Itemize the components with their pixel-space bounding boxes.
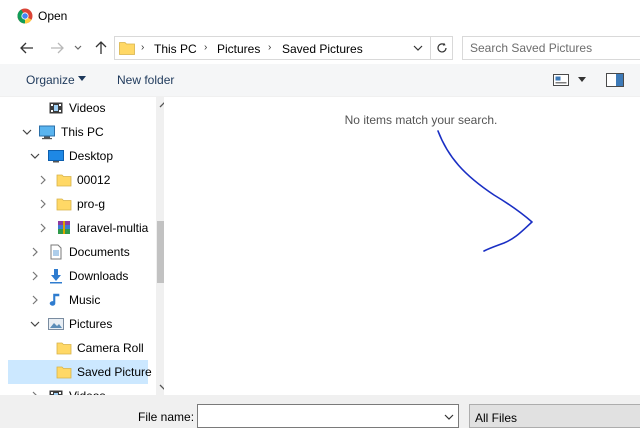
title-bar: Open [0,0,640,32]
tree-item[interactable]: pro-g [8,192,148,216]
computer-icon [39,125,55,140]
file-name-input[interactable] [202,406,438,426]
file-type-select[interactable]: All Files [469,404,640,428]
chevron-down-icon[interactable] [30,151,40,161]
scrollbar-thumb[interactable] [157,221,164,283]
music-icon [49,293,60,306]
desktop-icon [48,150,64,163]
tree-item[interactable]: Desktop [8,144,148,168]
search-box[interactable] [462,36,640,60]
folder-icon [56,342,72,355]
tree-item[interactable]: Pictures [8,312,148,336]
chevron-down-icon[interactable] [22,127,32,137]
tree-item-label: Music [69,293,101,307]
up-button[interactable] [91,38,111,58]
downloads-icon [50,269,62,284]
file-name-bar: File name: All Files [0,395,640,428]
videos-folder-icon [49,390,63,395]
recent-locations-button[interactable] [71,38,85,58]
tree-item[interactable]: Documents [8,240,148,264]
tree-item-label: Downloads [69,269,129,283]
breadcrumb-saved-pictures[interactable]: Saved Pictures [282,42,363,56]
chevron-down-icon[interactable] [444,413,454,421]
tree-item[interactable]: This PC [8,120,148,144]
file-name-combobox[interactable] [197,404,459,428]
window-title: Open [38,9,68,23]
chevron-down-icon[interactable] [78,76,86,82]
tree-item-label: pro-g [77,197,106,211]
navigation-pane: Videos This PC Desktop 00012 pro-g laravel-mu… [8,97,164,395]
archive-icon [58,221,70,234]
chevron-right-icon[interactable] [38,223,48,233]
search-input[interactable] [470,38,640,58]
preview-pane-icon[interactable] [606,72,624,88]
tree-item-label: Videos [69,101,106,115]
refresh-icon [436,42,447,53]
breadcrumb-separator: › [204,42,208,53]
arrow-right-icon [51,42,64,54]
tree-item-label: Pictures [69,317,113,331]
tree-item[interactable]: Camera Roll [8,336,148,360]
pictures-icon [48,318,64,330]
forward-button[interactable] [47,38,67,58]
tree-item[interactable]: Downloads [8,264,148,288]
tree-item-label: 00012 [77,173,111,187]
tree-item[interactable]: Music [8,288,148,312]
tree-item-label: Camera Roll [77,341,144,355]
nav-pane-scrollbar[interactable] [156,97,164,395]
tree-item[interactable]: 00012 [8,168,148,192]
chevron-right-icon[interactable] [38,199,48,209]
chevron-right-icon[interactable] [30,247,40,257]
chevron-right-icon[interactable] [30,295,40,305]
breadcrumb-separator: › [268,42,272,53]
address-bar[interactable]: › This PC › Pictures › Saved Pictures [114,36,453,60]
tree-item-label: This PC [61,125,104,139]
file-type-value: All Files [475,411,518,425]
view-options-icon[interactable] [553,73,569,87]
organize-button[interactable]: Organize [26,73,75,87]
file-list-area[interactable]: No items match your search. [164,97,640,395]
chevron-down-icon[interactable] [413,43,423,53]
folder-icon [56,198,72,211]
arrow-up-icon [95,41,107,54]
breadcrumb-pictures[interactable]: Pictures [217,42,260,56]
folder-icon [56,174,72,187]
folder-icon [56,366,72,379]
folder-icon [119,42,135,55]
tree-item-label: laravel-multia [77,221,149,235]
breadcrumb-this-pc[interactable]: This PC [154,42,197,56]
chevron-down-icon [74,45,82,50]
breadcrumb-separator: › [141,42,145,53]
videos-folder-icon [49,102,63,114]
chevron-down-icon[interactable] [578,77,586,83]
back-button[interactable] [17,38,37,58]
tree-item-label: Saved Picture [77,365,152,379]
documents-icon [50,244,62,260]
tree-item[interactable]: laravel-multia [8,216,148,240]
tree-item-label: Documents [69,245,130,259]
chevron-right-icon[interactable] [30,271,40,281]
arrow-left-icon [20,42,33,54]
file-name-label: File name: [138,410,195,424]
new-folder-button[interactable]: New folder [117,73,174,87]
tree-item[interactable]: Saved Picture [8,360,152,384]
hand-drawn-annotation-stroke [437,130,533,252]
tree-item[interactable]: Videos [8,384,148,395]
tree-item-label: Desktop [69,149,114,163]
chevron-right-icon[interactable] [38,175,48,185]
chevron-down-icon[interactable] [30,319,40,329]
tree-item[interactable]: Videos [8,97,148,120]
command-toolbar: Organize New folder [0,64,640,97]
refresh-button[interactable] [430,37,452,59]
chrome-logo-icon [17,8,33,24]
navigation-bar: › This PC › Pictures › Saved Pictures [0,32,640,64]
